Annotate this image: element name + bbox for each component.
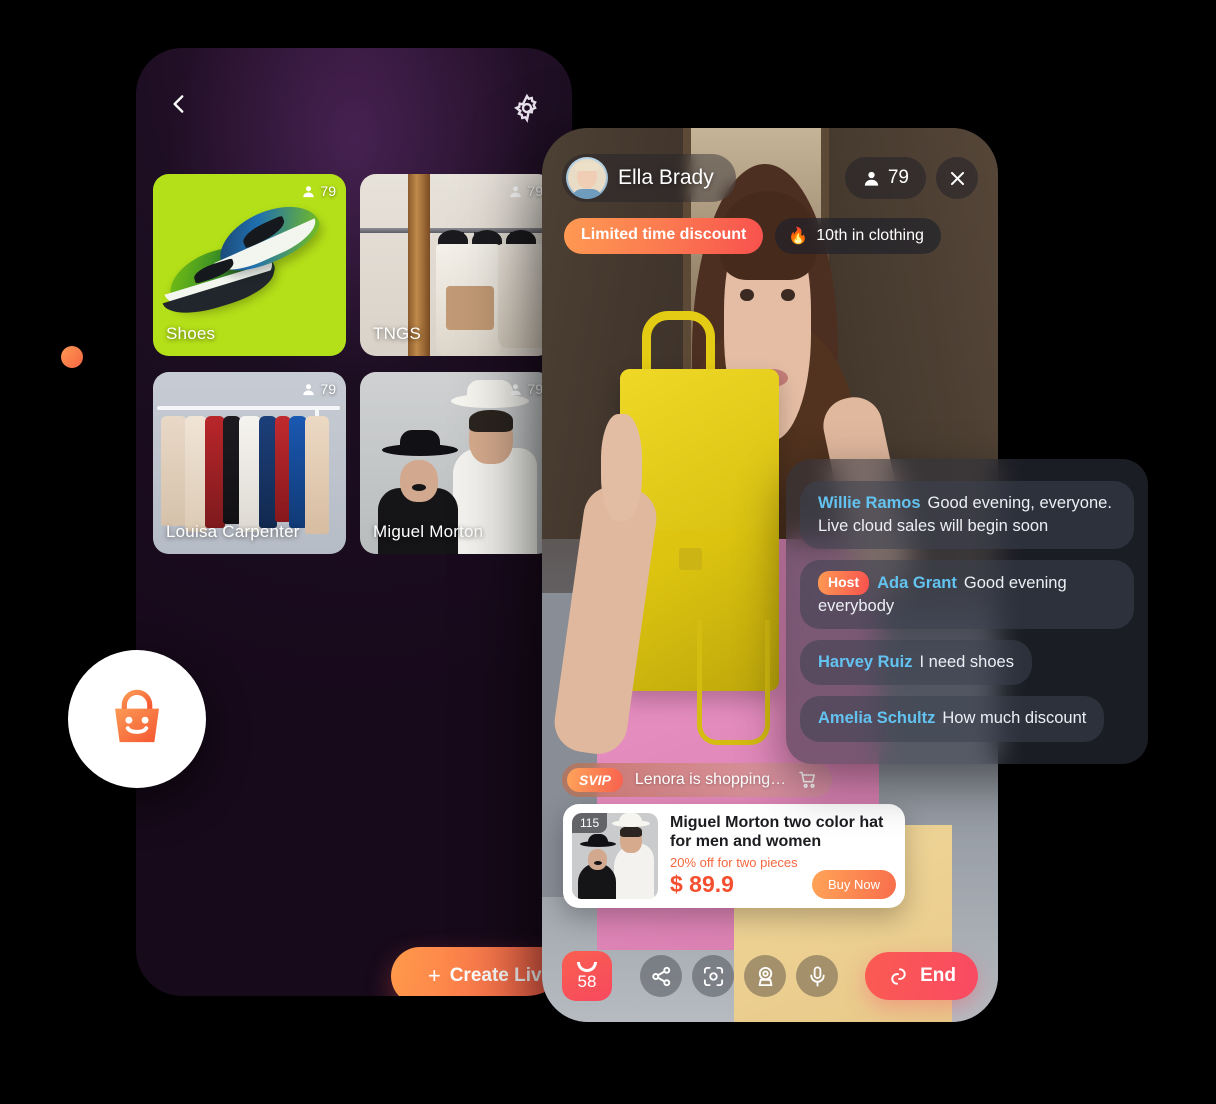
card-viewer-number: 79 <box>527 381 543 397</box>
chat-message-name: Amelia Schultz <box>818 709 936 728</box>
product-quantity-badge: 115 <box>572 813 608 833</box>
camera-switch-icon <box>758 966 772 986</box>
tag-limited-time-discount[interactable]: Limited time discount <box>564 218 764 254</box>
shopping-bag-icon <box>577 962 597 972</box>
product-price-row: $ 89.9 Buy Now <box>670 870 896 900</box>
app-logo <box>68 650 206 788</box>
card-title: Miguel Morton <box>373 522 484 541</box>
chat-message-name: Ada Grant <box>877 574 957 593</box>
product-thumbnail: 115 <box>572 813 658 899</box>
card-title: Shoes <box>166 324 216 343</box>
live-room-bottom-bar: 58 End <box>542 948 998 1004</box>
card-viewer-count: 79 <box>301 381 336 397</box>
phone1-top-bar <box>136 48 572 168</box>
microphone-icon <box>809 965 825 987</box>
chat-message-text: I need shoes <box>919 653 1014 672</box>
avatar <box>566 157 608 199</box>
chevron-left-icon[interactable] <box>166 91 192 125</box>
end-live-button[interactable]: End <box>865 952 978 1000</box>
create-live-label: Create Live <box>449 965 553 986</box>
card-viewer-count: 79 <box>508 381 543 397</box>
link-broken-icon <box>891 967 906 985</box>
svip-notification[interactable]: SVIP Lenora is shopping… <box>562 763 833 797</box>
card-viewer-count: 79 <box>301 183 336 199</box>
buy-now-button[interactable]: Buy Now <box>811 870 896 900</box>
live-card-louisa-carpenter[interactable]: 79 Louisa Carpenter <box>153 372 346 554</box>
svip-text: Lenora is shopping… <box>634 771 787 788</box>
shopping-cart-icon[interactable] <box>798 770 818 790</box>
live-room-header: Ella Brady 79 <box>562 154 978 202</box>
viewer-count-value: 79 <box>887 167 909 188</box>
product-title: Miguel Morton two color hat for men and … <box>670 814 884 851</box>
microphone-button[interactable] <box>796 955 838 997</box>
close-button[interactable] <box>936 157 978 199</box>
product-subtitle: 20% off for two pieces <box>670 855 798 871</box>
share-button[interactable] <box>640 955 682 997</box>
live-room-tags: Limited time discount 🔥 10th in clothing <box>564 218 941 254</box>
person-icon <box>303 185 315 197</box>
chat-message: Host Ada Grant Good evening everybody <box>800 560 1134 630</box>
person-icon <box>510 185 522 197</box>
host-pill[interactable]: Ella Brady <box>562 154 736 202</box>
shopping-bag-count: 58 <box>577 972 597 991</box>
flame-icon: 🔥 <box>788 228 809 245</box>
tag-clothing-rank-label: 10th in clothing <box>816 227 924 244</box>
decorative-dot <box>61 346 83 368</box>
card-viewer-number: 79 <box>320 183 336 199</box>
phone-live-list: 79 Shoes 79 TNGS 79 Louisa Carpenter 79 … <box>136 48 572 996</box>
person-icon <box>510 383 522 395</box>
card-viewer-number: 79 <box>527 183 543 199</box>
live-card-miguel-morton[interactable]: 79 Miguel Morton <box>360 372 553 554</box>
product-card[interactable]: 115 Miguel Morton two color hat for men … <box>563 804 905 908</box>
card-viewer-number: 79 <box>320 381 336 397</box>
gear-icon[interactable] <box>512 93 542 123</box>
shopping-bag-smile-icon <box>115 689 159 743</box>
chat-message: Willie Ramos Good evening, everyone. Live… <box>800 481 1134 550</box>
chat-message-name: Harvey Ruiz <box>818 653 913 672</box>
tag-clothing-rank[interactable]: 🔥 10th in clothing <box>775 218 941 254</box>
chat-message: Amelia Schultz How much discount <box>800 696 1105 742</box>
product-price: $ 89.9 <box>670 871 734 898</box>
share-icon <box>651 966 670 986</box>
chat-message-text: How much discount <box>942 709 1087 728</box>
host-badge: Host <box>818 571 870 595</box>
live-card-grid: 79 Shoes 79 TNGS 79 Louisa Carpenter 79 … <box>153 174 563 554</box>
card-viewer-count: 79 <box>508 183 543 199</box>
shopping-bag-button[interactable]: 58 <box>562 951 612 1001</box>
chat-message: Harvey Ruiz I need shoes <box>800 640 1032 686</box>
plus-icon: + <box>427 963 441 988</box>
live-card-shoes[interactable]: 79 Shoes <box>153 174 346 356</box>
viewer-count-pill[interactable]: 79 <box>844 157 926 199</box>
scan-icon <box>703 966 723 986</box>
live-chat-panel[interactable]: Willie Ramos Good evening, everyone. Live… <box>786 459 1148 764</box>
screenshot-stage: 79 Shoes 79 TNGS 79 Louisa Carpenter 79 … <box>0 0 1216 1104</box>
live-card-tngs[interactable]: 79 TNGS <box>360 174 553 356</box>
bottom-bar-icons <box>640 955 838 997</box>
person-icon <box>864 171 879 186</box>
product-info: Miguel Morton two color hat for men and … <box>670 813 896 900</box>
person-icon <box>303 383 315 395</box>
chat-message-name: Willie Ramos <box>818 494 921 512</box>
card-title: Louisa Carpenter <box>166 522 300 541</box>
card-title: TNGS <box>373 324 422 343</box>
host-name: Ella Brady <box>618 166 714 189</box>
svip-badge: SVIP <box>567 768 623 792</box>
end-live-label: End <box>920 965 956 986</box>
camera-switch-button[interactable] <box>744 955 786 997</box>
scan-button[interactable] <box>692 955 734 997</box>
close-icon <box>950 171 964 185</box>
